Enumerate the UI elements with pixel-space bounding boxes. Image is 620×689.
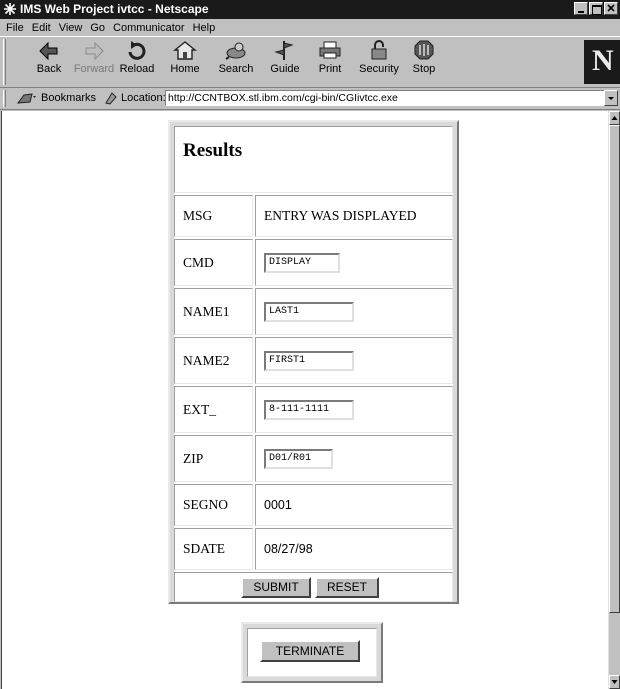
results-table: Results MSG ENTRY WAS DISPLAYED CMD DISP…	[168, 120, 459, 604]
cmd-label: CMD	[174, 239, 253, 286]
vertical-scrollbar[interactable]	[608, 111, 620, 689]
guide-label: Guide	[270, 63, 300, 75]
arrow-down-icon	[611, 680, 618, 684]
reload-button[interactable]: Reload	[115, 39, 159, 83]
name1-input[interactable]: LAST1	[264, 301, 354, 322]
chevron-down-icon	[608, 97, 614, 100]
back-arrow-icon	[39, 41, 58, 61]
netscape-logo[interactable]: N	[584, 40, 620, 84]
print-button[interactable]: Print	[308, 39, 352, 83]
maximize-button[interactable]	[589, 2, 603, 15]
search-label: Search	[218, 63, 254, 75]
home-button[interactable]: Home	[163, 39, 207, 83]
terminate-button[interactable]: TERMINATE	[260, 640, 360, 662]
name1-label: NAME1	[174, 288, 253, 335]
navigation-toolbar: Back Forward Reload Home Search Guide Pr…	[0, 36, 620, 88]
sdate-label: SDATE	[174, 528, 253, 570]
name2-label: NAME2	[174, 337, 253, 384]
home-icon	[173, 41, 197, 60]
minimize-button[interactable]	[574, 2, 588, 15]
home-label: Home	[170, 63, 200, 75]
page-proxy-icon[interactable]	[104, 91, 118, 105]
security-lock-icon	[371, 40, 387, 60]
segno-value: 0001	[255, 484, 453, 526]
print-icon	[319, 41, 341, 59]
segno-label: SEGNO	[174, 484, 253, 526]
forward-button[interactable]: Forward	[72, 39, 116, 83]
ext-input[interactable]: 8-111-1111	[264, 399, 354, 420]
security-button[interactable]: Security	[357, 39, 401, 83]
sdate-value: 08/27/98	[255, 528, 453, 570]
page-content: Results MSG ENTRY WAS DISPLAYED CMD DISP…	[1, 111, 608, 689]
location-dropdown-button[interactable]	[604, 90, 618, 106]
menu-bar: File Edit View Go Communicator Help	[0, 19, 620, 36]
name2-cell: FIRST1	[255, 337, 453, 384]
menu-go[interactable]: Go	[87, 22, 108, 34]
form-actions: SUBMIT RESET	[174, 572, 453, 602]
browser-window: IMS Web Project ivtcc - Netscape File Ed…	[0, 0, 620, 689]
reload-icon	[128, 41, 146, 60]
search-button[interactable]: Search	[214, 39, 258, 83]
name2-input[interactable]: FIRST1	[264, 350, 354, 371]
msg-value: ENTRY WAS DISPLAYED	[255, 195, 453, 237]
location-label: Location:	[121, 92, 166, 104]
name1-cell: LAST1	[255, 288, 453, 335]
location-url-input[interactable]: http://CCNTBOX.stl.ibm.com/cgi-bin/CGIiv…	[165, 90, 605, 106]
location-grip[interactable]	[3, 90, 6, 107]
menu-view[interactable]: View	[56, 22, 86, 34]
scroll-down-button[interactable]	[609, 675, 620, 689]
scroll-up-button[interactable]	[609, 111, 620, 125]
zip-label: ZIP	[174, 435, 253, 482]
location-toolbar: Bookmarks Location: http://CCNTBOX.stl.i…	[0, 88, 620, 110]
guide-icon	[274, 41, 294, 60]
guide-button[interactable]: Guide	[263, 39, 307, 83]
reset-button[interactable]: RESET	[315, 577, 379, 598]
submit-button[interactable]: SUBMIT	[241, 577, 311, 598]
back-label: Back	[36, 63, 62, 75]
menu-communicator[interactable]: Communicator	[110, 22, 188, 34]
zip-input[interactable]: D01/R01	[264, 448, 333, 469]
cmd-cell: DISPLAY	[255, 239, 453, 286]
netscape-logo-letter: N	[592, 44, 614, 77]
forward-arrow-icon	[85, 41, 104, 61]
close-icon	[607, 4, 615, 12]
security-label: Security	[359, 63, 399, 75]
terminate-table: TERMINATE	[241, 622, 383, 683]
ext-label: EXT_	[174, 386, 253, 433]
window-title: IMS Web Project ivtcc - Netscape	[20, 2, 209, 16]
title-bar: IMS Web Project ivtcc - Netscape	[0, 0, 620, 19]
scrollbar-thumb[interactable]	[609, 125, 620, 613]
arrow-up-icon	[611, 116, 618, 120]
cmd-input[interactable]: DISPLAY	[264, 252, 340, 273]
results-heading: Results	[174, 126, 453, 193]
toolbar-grip[interactable]	[3, 39, 6, 85]
bookmarks-button[interactable]: Bookmarks	[16, 91, 96, 105]
menu-file[interactable]: File	[3, 22, 27, 34]
ext-cell: 8-111-1111	[255, 386, 453, 433]
msg-label: MSG	[174, 195, 253, 237]
reload-label: Reload	[119, 63, 155, 75]
print-label: Print	[318, 63, 342, 75]
stop-button[interactable]: Stop	[402, 39, 446, 83]
stop-label: Stop	[412, 63, 436, 75]
forward-label: Forward	[73, 63, 115, 75]
search-icon	[225, 42, 246, 60]
bookmarks-label: Bookmarks	[41, 92, 97, 104]
back-button[interactable]: Back	[27, 39, 71, 83]
stop-icon	[414, 40, 434, 60]
menu-edit[interactable]: Edit	[29, 22, 54, 34]
netscape-app-icon	[4, 3, 16, 15]
menu-help[interactable]: Help	[190, 22, 219, 34]
zip-cell: D01/R01	[255, 435, 453, 482]
bookmarks-icon	[16, 93, 36, 104]
close-button[interactable]	[604, 2, 618, 15]
